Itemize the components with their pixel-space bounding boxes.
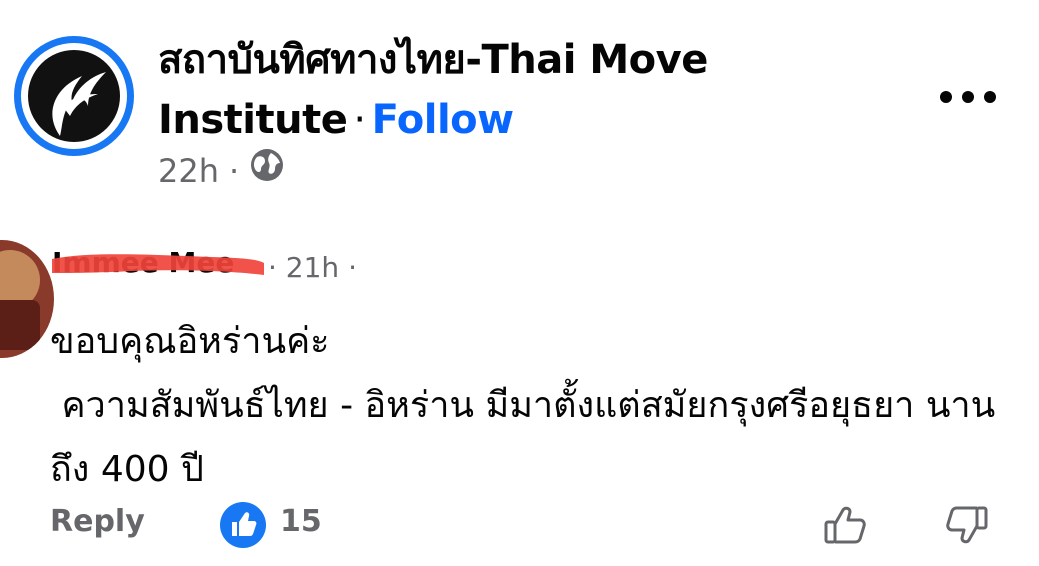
commenter-avatar[interactable] — [0, 240, 54, 358]
post-time[interactable]: 22h — [158, 148, 219, 194]
post-meta: 22h · — [158, 148, 285, 194]
page-name-line: สถาบันทิศทางไทย-Thai Move Institute · Foll… — [158, 30, 858, 150]
name-separator: · — [353, 97, 366, 143]
page-logo-icon — [52, 72, 106, 136]
commenter-row: Immee Mee · 21h · — [52, 246, 357, 288]
meta-separator: · — [229, 152, 240, 190]
comment-text: ขอบคุณอิหร่านค่ะ ความสัมพันธ์ไทย - อิหร่… — [50, 321, 996, 490]
reply-button[interactable]: Reply — [50, 504, 145, 539]
upvote-icon[interactable] — [820, 500, 870, 550]
comment-actions: Reply 15 — [50, 498, 1010, 554]
redaction-mark — [52, 253, 264, 275]
like-count: 15 — [280, 504, 322, 539]
comment-time[interactable]: · 21h · — [268, 248, 357, 288]
downvote-icon[interactable] — [942, 500, 992, 550]
like-reaction-icon[interactable] — [220, 502, 266, 548]
follow-button[interactable]: Follow — [372, 97, 515, 143]
more-options-icon[interactable] — [936, 82, 1000, 112]
globe-icon — [249, 147, 285, 195]
post-header: สถาบันทิศทางไทย-Thai Move Institute · Foll… — [0, 0, 1039, 200]
page-avatar[interactable] — [14, 36, 134, 156]
